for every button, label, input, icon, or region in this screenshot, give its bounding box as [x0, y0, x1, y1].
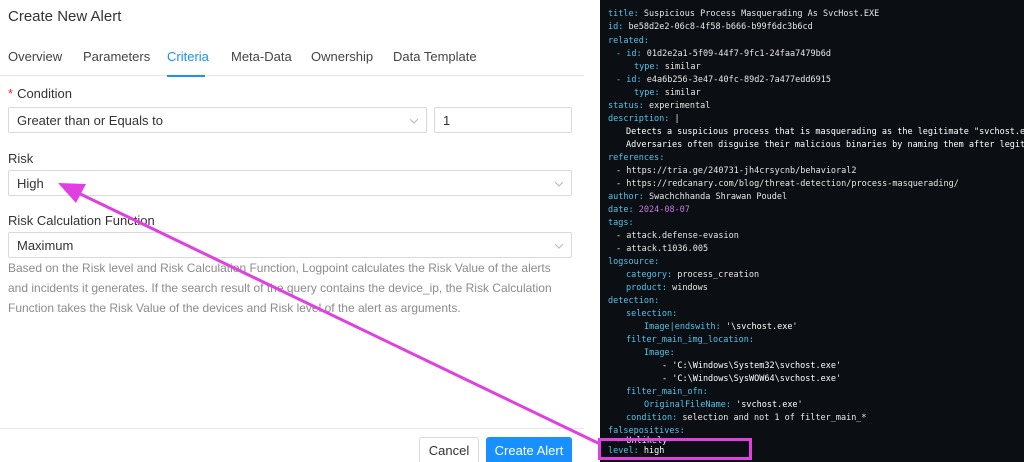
risk-label: Risk — [8, 151, 34, 166]
risk-calc-label: Risk Calculation Function — [8, 213, 155, 228]
yaml-line: - id: 01d2e2a1-5f09-44f7-9fc1-24faa7479b… — [616, 49, 831, 59]
yaml-line: author: Swachchhanda Shrawan Poudel — [608, 192, 788, 202]
dialog-footer: Cancel Create Alert — [0, 428, 584, 462]
cancel-button[interactable]: Cancel — [419, 437, 479, 462]
yaml-line: - id: e4a6b256-3e47-40fc-89d2-7a477edd69… — [616, 75, 831, 85]
yaml-rule-panel: title: Suspicious Process Masquerading A… — [600, 0, 1024, 462]
yaml-line: - 'C:\Windows\SysWOW64\svchost.exe' — [662, 374, 842, 384]
yaml-line: - https://redcanary.com/blog/threat-dete… — [616, 179, 959, 189]
yaml-line: Detects a suspicious process that is mas… — [626, 127, 1024, 137]
risk-calc-value: Maximum — [17, 238, 74, 253]
condition-operator-select[interactable]: Greater than or Equals to — [8, 107, 427, 133]
yaml-line: date: 2024-08-07 — [608, 205, 690, 215]
tab-parameters[interactable]: Parameters — [83, 49, 150, 64]
yaml-line: detection: — [608, 296, 660, 306]
create-alert-button[interactable]: Create Alert — [486, 437, 572, 462]
tab-meta-data[interactable]: Meta-Data — [231, 49, 292, 64]
yaml-line: - 'C:\Windows\System32\svchost.exe' — [662, 361, 842, 371]
yaml-line: type: similar — [634, 88, 701, 98]
condition-operator-value: Greater than or Equals to — [17, 113, 163, 128]
chevron-down-icon — [555, 242, 563, 250]
yaml-line: filter_main_img_location: — [626, 335, 754, 345]
yaml-line: references: — [608, 153, 665, 163]
condition-value-input[interactable]: 1 — [434, 107, 572, 133]
yaml-line: - https://tria.ge/240731-jh4crsycnb/beha… — [616, 166, 857, 176]
risk-calc-select[interactable]: Maximum — [8, 232, 572, 258]
yaml-line: id: be58d2e2-06c8-4f58-b666-b99f6dc3b6cd — [608, 22, 813, 32]
yaml-line: - attack.t1036.005 — [616, 244, 709, 254]
dialog-title: Create New Alert — [8, 8, 122, 25]
yaml-line: falsepositives: — [608, 426, 685, 436]
condition-label-text: Condition — [17, 86, 72, 101]
tab-data-template[interactable]: Data Template — [393, 49, 477, 64]
tab-overview[interactable]: Overview — [8, 49, 62, 64]
yaml-line: Image: — [644, 348, 675, 358]
risk-value: High — [17, 176, 44, 191]
risk-calc-help-text: Based on the Risk level and Risk Calcula… — [8, 261, 552, 315]
tab-criteria[interactable]: Criteria — [167, 49, 209, 64]
yaml-line: - attack.defense-evasion — [616, 231, 739, 241]
yaml-line: category: process_creation — [626, 270, 760, 280]
yaml-line: title: Suspicious Process Masquerading A… — [608, 9, 880, 19]
yaml-line: OriginalFileName: 'svchost.exe' — [644, 400, 803, 410]
yaml-line: filter_main_ofn: — [626, 387, 708, 397]
yaml-line: condition: selection and not 1 of filter… — [626, 413, 867, 423]
yaml-line: description: | — [608, 114, 680, 124]
yaml-line: related: — [608, 36, 649, 46]
yaml-line: Adversaries often disguise their malicio… — [626, 140, 1024, 150]
yaml-line: tags: — [608, 218, 634, 228]
yaml-line: status: experimental — [608, 101, 711, 111]
required-mark: * — [8, 86, 14, 101]
tab-ownership[interactable]: Ownership — [311, 49, 373, 64]
active-tab-indicator — [167, 75, 205, 77]
yaml-line: type: similar — [634, 62, 701, 72]
chevron-down-icon — [410, 117, 418, 125]
condition-label: * Condition — [8, 86, 72, 101]
tab-bar: Overview Parameters Criteria Meta-Data O… — [0, 42, 584, 77]
yaml-line: product: windows — [626, 283, 708, 293]
yaml-line: Image|endswith: '\svchost.exe' — [644, 322, 798, 332]
create-alert-dialog: Create New Alert Overview Parameters Cri… — [0, 0, 584, 462]
level-highlight-box — [598, 438, 752, 460]
chevron-down-icon — [555, 180, 563, 188]
risk-select[interactable]: High — [8, 170, 572, 196]
yaml-line: logsource: — [608, 257, 660, 267]
yaml-line: selection: — [626, 309, 678, 319]
